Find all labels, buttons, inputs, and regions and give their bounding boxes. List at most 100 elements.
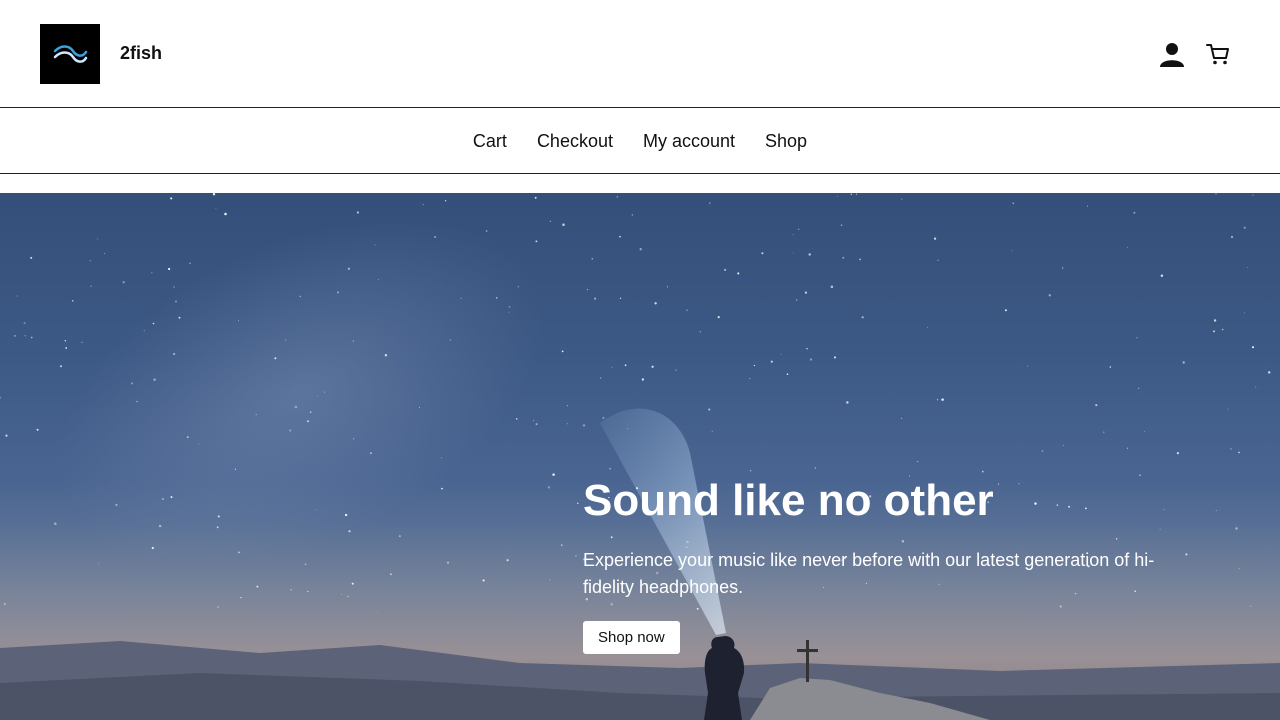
- star: [234, 468, 237, 470]
- star: [151, 272, 153, 274]
- star: [901, 417, 903, 419]
- star: [212, 193, 216, 196]
- star: [547, 486, 550, 489]
- shop-now-button[interactable]: Shop now: [583, 621, 680, 654]
- star: [217, 515, 220, 518]
- star: [711, 430, 713, 432]
- star: [306, 420, 310, 423]
- star: [496, 297, 498, 299]
- star: [13, 334, 16, 337]
- star: [1235, 527, 1238, 530]
- star: [840, 224, 843, 227]
- hero-subtitle: Experience your music like never before …: [583, 550, 1155, 597]
- fish-logo-icon: [53, 45, 88, 63]
- cart-icon[interactable]: [1204, 40, 1232, 68]
- star: [549, 220, 551, 222]
- star: [1133, 211, 1136, 214]
- star: [517, 286, 520, 288]
- star: [846, 401, 849, 404]
- star: [1048, 293, 1052, 297]
- star: [599, 377, 602, 379]
- star: [609, 467, 611, 470]
- star: [1103, 431, 1105, 433]
- star: [582, 424, 586, 427]
- star: [1185, 553, 1188, 556]
- star: [532, 419, 535, 422]
- star: [419, 406, 421, 408]
- star: [460, 297, 462, 299]
- star: [446, 561, 450, 564]
- nav-item-shop[interactable]: Shop: [765, 129, 807, 153]
- star: [786, 373, 789, 376]
- star: [619, 235, 621, 238]
- star: [792, 234, 794, 236]
- nav-item-checkout[interactable]: Checkout: [537, 129, 613, 153]
- star: [1136, 337, 1138, 339]
- star: [136, 400, 138, 403]
- site-logo[interactable]: [40, 24, 100, 84]
- star: [855, 193, 858, 195]
- header-actions: [1158, 40, 1232, 68]
- star: [1213, 319, 1217, 322]
- star: [256, 585, 259, 588]
- star: [186, 436, 189, 438]
- star: [941, 398, 944, 401]
- star: [1251, 346, 1255, 349]
- star: [370, 452, 372, 455]
- user-icon[interactable]: [1158, 40, 1186, 68]
- star: [566, 423, 568, 425]
- star: [917, 460, 919, 463]
- star: [374, 244, 376, 246]
- star: [1144, 431, 1145, 433]
- star: [1238, 567, 1240, 569]
- star: [255, 413, 257, 416]
- star: [59, 365, 63, 368]
- star: [749, 377, 751, 379]
- star: [174, 300, 178, 303]
- star: [238, 551, 240, 554]
- nav-item-cart[interactable]: Cart: [473, 129, 507, 153]
- star: [619, 297, 622, 300]
- star: [1238, 451, 1240, 454]
- star: [377, 278, 379, 280]
- main-nav: Cart Checkout My account Shop: [0, 108, 1280, 174]
- star: [1087, 205, 1089, 207]
- star: [981, 470, 984, 473]
- star: [859, 258, 861, 261]
- star: [535, 240, 538, 243]
- star: [131, 382, 134, 385]
- star: [71, 299, 74, 302]
- star: [23, 322, 26, 325]
- star: [535, 423, 538, 426]
- star: [143, 330, 145, 332]
- star: [167, 267, 171, 271]
- star: [795, 299, 798, 301]
- star: [667, 286, 668, 288]
- star: [508, 305, 511, 308]
- star: [444, 200, 447, 202]
- star: [24, 335, 26, 337]
- star: [324, 391, 325, 393]
- star: [90, 285, 92, 287]
- star: [723, 268, 727, 272]
- star: [152, 322, 155, 325]
- star: [641, 378, 645, 381]
- star: [224, 212, 227, 216]
- star: [602, 416, 605, 419]
- star: [708, 408, 711, 411]
- star: [806, 348, 808, 350]
- site-header: 2fish: [0, 0, 1280, 108]
- site-name[interactable]: 2fish: [120, 42, 162, 64]
- star: [384, 353, 388, 357]
- star: [842, 256, 845, 259]
- star: [709, 202, 711, 204]
- star: [1095, 403, 1098, 407]
- star: [5, 434, 8, 437]
- star: [1137, 387, 1140, 390]
- star: [347, 267, 351, 270]
- nav-item-my-account[interactable]: My account: [643, 129, 735, 153]
- star: [309, 411, 312, 414]
- star: [170, 197, 173, 200]
- star: [1243, 226, 1246, 229]
- star: [1267, 371, 1271, 374]
